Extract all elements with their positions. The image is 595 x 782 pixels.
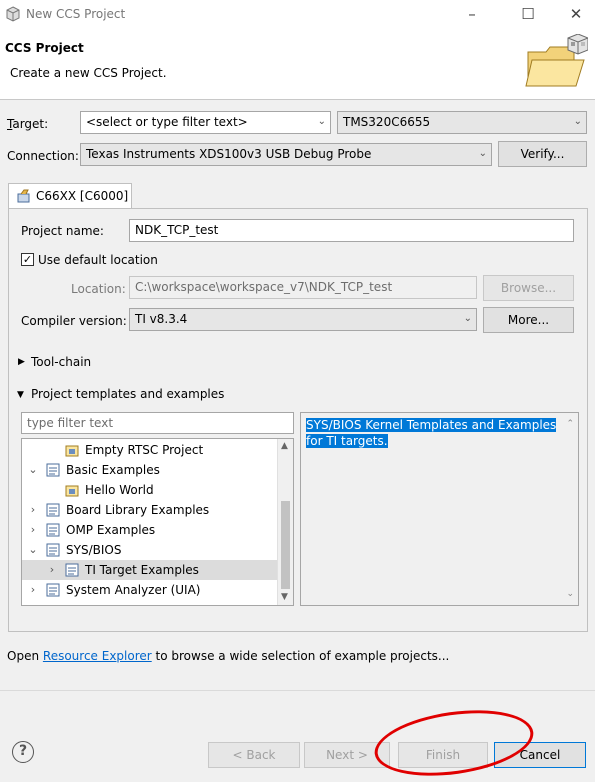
- target-label-text: arget:: [12, 117, 49, 131]
- template-filter-input[interactable]: type filter text: [21, 412, 294, 434]
- tree-item-label: SYS/BIOS: [66, 543, 122, 557]
- tree-item-label: Board Library Examples: [66, 503, 210, 517]
- template-description-box: SYS/BIOS Kernel Templates and Examples f…: [300, 412, 579, 606]
- tree-item-label: TI Target Examples: [85, 563, 199, 577]
- tab-label: C66XX [C6000]: [36, 189, 129, 203]
- scroll-up-icon[interactable]: ▲: [281, 441, 288, 451]
- template-category-icon: [46, 503, 61, 517]
- template-category-icon: [65, 563, 80, 577]
- tree-scrollbar[interactable]: ▲ ▼: [277, 439, 293, 605]
- chevron-down-icon[interactable]: ⌄: [574, 116, 582, 127]
- templates-section[interactable]: Project templates and examples: [31, 387, 224, 401]
- tree-item[interactable]: ⌄ Basic Examples: [22, 460, 278, 480]
- hint-rest-text: to browse a wide selection of example pr…: [155, 649, 450, 663]
- project-icon: [65, 483, 80, 497]
- back-button[interactable]: < Back: [208, 742, 300, 768]
- resource-explorer-hint: Open Resource Explorer to browse a wide …: [7, 649, 449, 663]
- more-button[interactable]: More...: [483, 307, 574, 333]
- connection-value: Texas Instruments XDS100v3 USB Debug Pro…: [86, 147, 372, 161]
- template-category-icon: [46, 463, 61, 477]
- help-icon[interactable]: ?: [12, 741, 34, 763]
- compiler-version-value: TI v8.3.4: [135, 312, 188, 326]
- use-default-location-label: Use default location: [38, 253, 158, 267]
- title-bar: New CCS Project – ☐ ✕: [0, 0, 595, 30]
- location-input[interactable]: C:\workspace\workspace_v7\NDK_TCP_test: [129, 276, 477, 299]
- tab-device-family[interactable]: C66XX [C6000]: [8, 183, 132, 209]
- app-icon: [6, 6, 20, 22]
- hint-open-text: Open: [7, 649, 40, 663]
- tree-item[interactable]: ⌄ SYS/BIOS: [22, 540, 278, 560]
- maximize-icon[interactable]: ☐: [518, 4, 538, 24]
- target-device-value: TMS320C6655: [343, 115, 431, 129]
- device-icon: [17, 189, 30, 203]
- compiler-version-select[interactable]: TI v8.3.4 ⌄: [129, 308, 477, 331]
- template-tree[interactable]: Empty RTSC Project ⌄ Basic Examples Hell…: [21, 438, 294, 606]
- connection-select[interactable]: Texas Instruments XDS100v3 USB Debug Pro…: [80, 143, 492, 166]
- tree-item[interactable]: Empty RTSC Project: [22, 440, 278, 460]
- minimize-icon[interactable]: –: [462, 4, 482, 24]
- tree-item[interactable]: › Board Library Examples: [22, 500, 278, 520]
- template-category-icon: [46, 543, 61, 557]
- target-filter-value: <select or type filter text>: [86, 115, 248, 129]
- target-device-select[interactable]: TMS320C6655 ⌄: [337, 111, 587, 134]
- tree-item-label: System Analyzer (UIA): [66, 583, 201, 597]
- tree-item-selected[interactable]: › TI Target Examples: [22, 560, 278, 580]
- project-icon: [65, 443, 80, 457]
- toolchain-section[interactable]: Tool-chain: [31, 355, 91, 369]
- tree-item-label: Empty RTSC Project: [85, 443, 204, 457]
- chevron-down-icon[interactable]: ▼: [17, 388, 24, 402]
- tree-item[interactable]: Hello World: [22, 480, 278, 500]
- wizard-description: Create a new CCS Project.: [10, 66, 167, 80]
- chevron-down-icon[interactable]: ⌄: [27, 460, 39, 480]
- tree-item-label: OMP Examples: [66, 523, 156, 537]
- project-name-input[interactable]: NDK_TCP_test: [129, 219, 574, 242]
- connection-label: Connection:: [7, 149, 79, 163]
- scroll-down-icon[interactable]: ▼: [281, 592, 288, 602]
- tree-item-label: Hello World: [85, 483, 154, 497]
- chevron-right-icon[interactable]: ›: [27, 520, 39, 540]
- scroll-up-icon[interactable]: ⌃: [566, 419, 574, 429]
- new-project-folder-icon: [525, 34, 588, 87]
- browse-button[interactable]: Browse...: [483, 275, 574, 301]
- wizard-banner: CCS Project Create a new CCS Project.: [0, 30, 595, 100]
- chevron-right-icon[interactable]: ›: [27, 500, 39, 520]
- template-category-icon: [46, 583, 61, 597]
- tree-item[interactable]: › System Analyzer (UIA): [22, 580, 278, 600]
- template-description-text: SYS/BIOS Kernel Templates and Examples f…: [306, 418, 557, 448]
- chevron-down-icon[interactable]: ⌄: [479, 148, 487, 159]
- scroll-thumb[interactable]: [281, 501, 290, 589]
- target-label: Target:: [7, 117, 49, 131]
- chevron-down-icon[interactable]: ⌄: [318, 116, 326, 127]
- chevron-right-icon[interactable]: ›: [27, 580, 39, 600]
- annotation-circle: [370, 701, 538, 782]
- verify-button[interactable]: Verify...: [498, 141, 587, 167]
- tree-item-label: Basic Examples: [66, 463, 160, 477]
- window-title: New CCS Project: [26, 7, 126, 21]
- chevron-right-icon[interactable]: ›: [46, 560, 58, 580]
- template-category-icon: [46, 523, 61, 537]
- target-filter-combo[interactable]: <select or type filter text> ⌄: [80, 111, 331, 134]
- compiler-version-label: Compiler version:: [21, 314, 127, 328]
- footer-divider: [0, 690, 595, 691]
- tree-item[interactable]: › OMP Examples: [22, 520, 278, 540]
- wizard-heading: CCS Project: [5, 41, 84, 55]
- chevron-down-icon[interactable]: ⌄: [27, 540, 39, 560]
- resource-explorer-link[interactable]: Resource Explorer: [43, 649, 152, 663]
- chevron-down-icon[interactable]: ⌄: [464, 313, 472, 324]
- use-default-location-checkbox[interactable]: ✓: [21, 253, 34, 266]
- project-name-label: Project name:: [21, 224, 104, 238]
- chevron-right-icon[interactable]: ▶: [18, 355, 25, 369]
- location-label: Location:: [71, 282, 126, 296]
- scroll-down-icon[interactable]: ⌄: [566, 589, 574, 599]
- close-icon[interactable]: ✕: [566, 4, 586, 24]
